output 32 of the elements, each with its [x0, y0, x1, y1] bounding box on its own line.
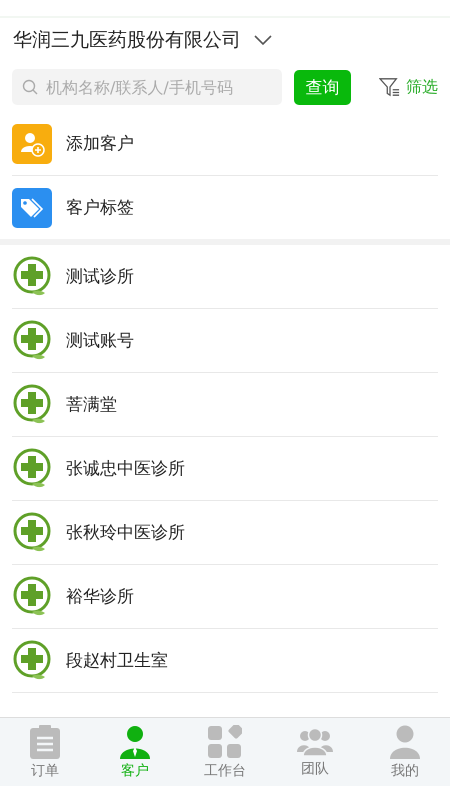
filter-icon	[379, 77, 401, 97]
medical-cross-icon	[12, 320, 52, 362]
clinic-item[interactable]: 测试账号	[12, 309, 438, 373]
tab[interactable]: 团队	[270, 718, 360, 786]
medical-cross-icon	[12, 448, 52, 490]
tag-icon	[12, 188, 52, 228]
group-icon	[297, 726, 333, 756]
action-item[interactable]: 添加客户	[12, 112, 438, 176]
add-person-icon	[12, 124, 52, 164]
clinic-item[interactable]: 裕华诊所	[12, 565, 438, 629]
medical-cross-icon	[12, 576, 52, 618]
tab[interactable]: 订单	[0, 718, 90, 786]
clinic-item[interactable]: 测试诊所	[12, 245, 438, 309]
medical-cross-icon	[12, 384, 52, 426]
medical-cross-icon	[12, 256, 52, 298]
company-title[interactable]: 华润三九医药股份有限公司	[13, 27, 241, 53]
tab[interactable]: 我的	[360, 718, 450, 786]
clinic-item[interactable]: 张秋玲中医诊所	[12, 501, 438, 565]
clipboard-icon	[29, 724, 61, 758]
search-field[interactable]: 机构名称/联系人/手机号码	[12, 69, 282, 105]
search-icon	[22, 79, 38, 95]
person-icon	[389, 724, 421, 758]
medical-cross-icon	[12, 640, 52, 682]
action-item[interactable]: 客户标签	[12, 176, 438, 239]
tab[interactable]: 工作台	[180, 718, 270, 786]
clinic-item[interactable]: 菩满堂	[12, 373, 438, 437]
grid-icon	[208, 724, 242, 758]
clinic-item[interactable]: 段赵村卫生室	[12, 629, 438, 693]
person-tie-icon	[119, 724, 151, 758]
chevron-down-icon[interactable]	[253, 34, 273, 46]
clinic-item[interactable]: 张诚忠中医诊所	[12, 437, 438, 501]
medical-cross-icon	[12, 512, 52, 554]
